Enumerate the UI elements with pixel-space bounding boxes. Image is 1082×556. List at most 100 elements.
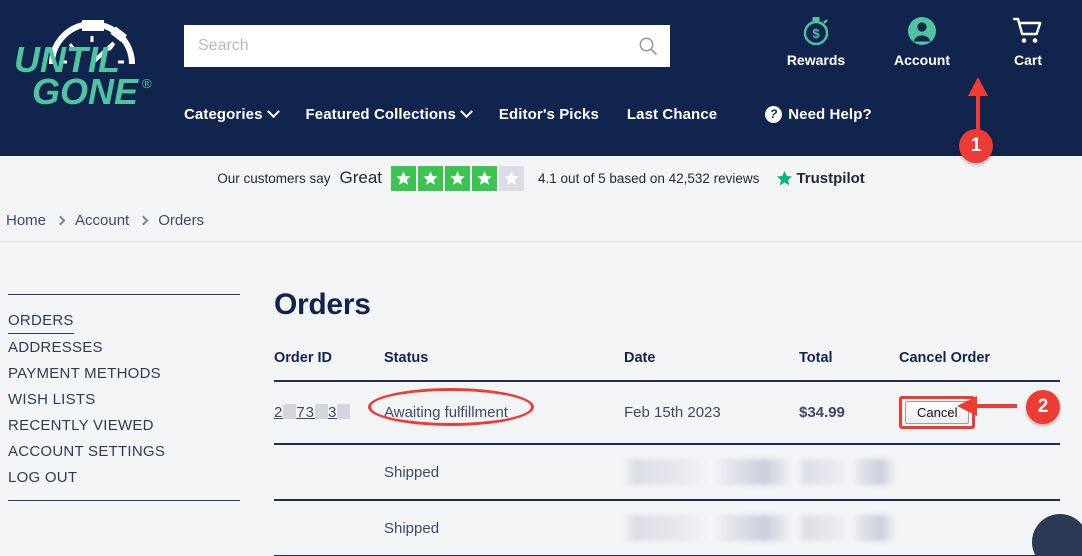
redaction-block xyxy=(283,404,297,419)
rewards-label: Rewards xyxy=(786,52,846,68)
sidebar-list: ORDERS ADDRESSES PAYMENT METHODS WISH LI… xyxy=(8,295,240,500)
cell-status: Shipped xyxy=(384,500,624,556)
trustpilot-rating-word: Great xyxy=(339,168,383,187)
sidebar-item-account-settings[interactable]: ACCOUNT SETTINGS xyxy=(8,438,165,464)
site-logo[interactable]: UNTIL GONE ® xyxy=(14,18,174,110)
chevron-right-icon xyxy=(138,215,149,226)
star-icon xyxy=(472,165,498,191)
redacted-date xyxy=(624,515,789,541)
search-input[interactable] xyxy=(184,25,670,67)
nav-label: Editor's Picks xyxy=(498,105,599,123)
sidebar-item-addresses[interactable]: ADDRESSES xyxy=(8,334,103,360)
cell-order-id: 2 73 3 xyxy=(274,381,384,445)
star-icon-empty xyxy=(499,165,525,191)
account-button[interactable]: Account xyxy=(884,14,960,68)
cart-label: Cart xyxy=(1013,52,1042,68)
svg-text:®: ® xyxy=(142,76,152,91)
orders-panel: Orders Order ID Status Date Total Cancel… xyxy=(274,288,1060,556)
cell-cancel xyxy=(899,444,1060,501)
nav-item-categories[interactable]: Categories xyxy=(184,104,280,123)
trustpilot-summary: 4.1 out of 5 based on 42,532 reviews xyxy=(538,170,760,186)
account-person-icon xyxy=(884,14,960,48)
cell-date xyxy=(624,444,799,501)
svg-text:GONE: GONE xyxy=(32,71,139,110)
order-total: $34.99 xyxy=(799,404,845,421)
nav-label: Featured Collections xyxy=(305,105,456,123)
trustpilot-stars xyxy=(391,165,525,191)
nav-item-need-help[interactable]: ? Need Help? xyxy=(765,105,872,123)
table-row: Shipped xyxy=(274,500,1060,556)
sidebar-item-log-out[interactable]: LOG OUT xyxy=(8,464,77,490)
annotation-badge-2: 2 xyxy=(1026,390,1060,424)
table-header-row: Order ID Status Date Total Cancel Order xyxy=(274,350,1060,382)
cell-order-id xyxy=(274,500,384,556)
nav-item-featured-collections[interactable]: Featured Collections xyxy=(305,104,473,123)
nav-item-last-chance[interactable]: Last Chance xyxy=(627,106,717,123)
annotation-arrow-2 xyxy=(957,396,1017,416)
account-sidebar: ORDERS ADDRESSES PAYMENT METHODS WISH LI… xyxy=(8,294,240,501)
star-icon xyxy=(391,165,417,191)
chevron-right-icon xyxy=(55,215,66,226)
column-header-order-id: Order ID xyxy=(274,350,384,382)
main-navigation: Categories Featured Collections Editor's… xyxy=(184,101,872,127)
redaction-block xyxy=(315,404,329,419)
rewards-button[interactable]: $ Rewards xyxy=(778,14,854,68)
order-id-link[interactable]: 2 73 3 xyxy=(274,404,351,421)
annotation-ellipse-status xyxy=(368,388,534,426)
order-status: Shipped xyxy=(384,463,440,481)
sidebar-item-recently-viewed[interactable]: RECENTLY VIEWED xyxy=(8,412,154,438)
trustpilot-star-icon xyxy=(777,170,793,185)
annotation-badge-1: 1 xyxy=(959,129,993,163)
svg-text:$: $ xyxy=(812,26,820,41)
nav-label: Last Chance xyxy=(626,105,718,123)
star-icon xyxy=(445,165,471,191)
redacted-total xyxy=(799,515,894,541)
nav-label: Categories xyxy=(184,105,263,123)
column-header-total: Total xyxy=(799,350,899,382)
orders-table: Order ID Status Date Total Cancel Order … xyxy=(274,350,1060,556)
sidebar-item-wish-lists[interactable]: WISH LISTS xyxy=(8,386,96,412)
shopping-cart-icon xyxy=(990,14,1066,48)
redacted-total xyxy=(799,459,894,485)
chevron-down-icon xyxy=(460,104,473,118)
order-status: Shipped xyxy=(384,519,440,537)
nav-item-editors-picks[interactable]: Editor's Picks xyxy=(499,106,599,123)
cart-button[interactable]: Cart xyxy=(990,14,1066,68)
search-box[interactable] xyxy=(184,25,670,67)
trustpilot-logo[interactable]: Trustpilot xyxy=(776,169,865,187)
breadcrumb-item-account[interactable]: Account xyxy=(75,212,129,229)
table-row: Shipped xyxy=(274,444,1060,501)
breadcrumb-item-orders[interactable]: Orders xyxy=(158,212,204,229)
column-header-cancel-order: Cancel Order xyxy=(899,350,1060,382)
redacted-date xyxy=(624,459,789,485)
sidebar-item-orders[interactable]: ORDERS xyxy=(8,307,74,334)
cell-status: Shipped xyxy=(384,444,624,501)
trustpilot-prefix: Our customers say xyxy=(217,170,331,186)
rewards-stopwatch-dollar-icon: $ xyxy=(778,14,854,48)
nav-label: Need Help? xyxy=(788,105,872,123)
breadcrumb-item-home[interactable]: Home xyxy=(6,212,46,229)
cell-total: $34.99 xyxy=(799,381,899,445)
cell-total xyxy=(799,444,899,501)
chevron-down-icon xyxy=(266,104,280,118)
column-header-date: Date xyxy=(624,350,799,382)
account-label: Account xyxy=(894,52,950,68)
header-icon-group: $ Rewards Account Cart xyxy=(778,14,1066,68)
sidebar-divider-bottom xyxy=(8,500,240,501)
star-icon xyxy=(418,165,444,191)
cell-total xyxy=(799,500,899,556)
redaction-block xyxy=(337,404,351,419)
site-header: UNTIL GONE ® Categories Featured Collect… xyxy=(0,0,1082,156)
cell-date: Feb 15th 2023 xyxy=(624,381,799,445)
cell-order-id xyxy=(274,444,384,501)
breadcrumb: Home Account Orders xyxy=(0,200,1082,242)
page-title: Orders xyxy=(274,288,371,321)
question-mark-icon: ? xyxy=(765,105,783,123)
cell-date xyxy=(624,500,799,556)
annotation-arrow-1 xyxy=(968,77,988,133)
order-date: Feb 15th 2023 xyxy=(624,404,721,421)
trustpilot-wordmark: Trustpilot xyxy=(796,169,865,187)
sidebar-item-payment-methods[interactable]: PAYMENT METHODS xyxy=(8,360,161,386)
trustpilot-rating-bar: Our customers say Great 4.1 out of 5 bas… xyxy=(0,156,1082,200)
column-header-status: Status xyxy=(384,350,624,382)
